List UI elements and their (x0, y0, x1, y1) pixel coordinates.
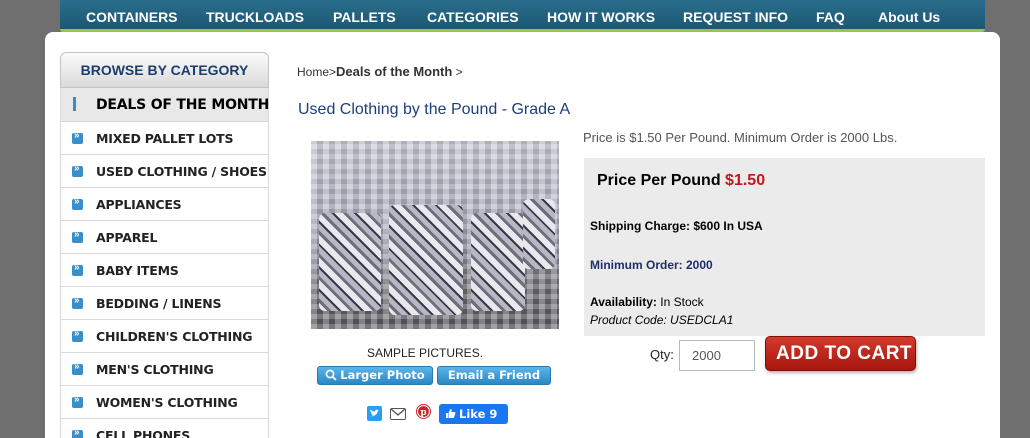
double-chevron-icon (72, 328, 83, 342)
content-panel: BROWSE BY CATEGORY DEALS OF THE MONTH MI… (45, 32, 1000, 438)
nav-request-info[interactable]: REQUEST INFO (683, 9, 788, 25)
sidebar-item-appliances[interactable]: APPLIANCES (60, 188, 269, 221)
sidebar-item-label: CELL PHONES (96, 428, 191, 438)
price-per-pound-label: Price Per Pound (597, 172, 721, 189)
double-chevron-icon (72, 295, 83, 309)
price-note: Price is $1.50 Per Pound. Minimum Order … (583, 130, 898, 145)
availability-label: Availability: (590, 295, 657, 309)
twitter-icon[interactable] (367, 406, 382, 426)
breadcrumb-separator: > (329, 65, 337, 79)
sample-pictures-label: SAMPLE PICTURES. (367, 346, 484, 360)
pinterest-icon[interactable]: p (416, 404, 431, 424)
add-to-cart-button[interactable]: ADD TO CART (765, 336, 916, 392)
sidebar-item-baby-items[interactable]: BABY ITEMS (60, 254, 269, 287)
nav-categories[interactable]: CATEGORIES (427, 9, 519, 25)
sidebar-item-label: USED CLOTHING / SHOES (96, 164, 267, 179)
nav-how-it-works[interactable]: HOW IT WORKS (547, 9, 655, 25)
double-chevron-icon (72, 427, 83, 438)
sidebar-item-deals-of-the-month[interactable]: DEALS OF THE MONTH (60, 88, 269, 122)
sidebar-item-label: APPAREL (96, 230, 158, 245)
breadcrumb: Home>Deals of the Month > (297, 64, 463, 79)
clothing-bale (319, 213, 381, 311)
email-a-friend-button[interactable]: Email a Friend (437, 366, 551, 385)
product-code: Product Code: USEDCLA1 (590, 313, 734, 327)
sidebar-item-label: CHILDREN'S CLOTHING (96, 329, 253, 344)
price-per-pound-value: $1.50 (725, 172, 766, 189)
larger-photo-label: Larger Photo (340, 368, 425, 382)
nav-about-us[interactable]: About Us (878, 9, 940, 25)
price-box: Price Per Pound $1.50 Shipping Charge: $… (584, 158, 985, 336)
double-chevron-icon (72, 196, 83, 210)
sidebar-item-label: BABY ITEMS (96, 263, 179, 278)
sidebar-item-mens-clothing[interactable]: MEN'S CLOTHING (60, 353, 269, 386)
sidebar-item-label: DEALS OF THE MONTH (96, 97, 270, 113)
nav-faq[interactable]: FAQ (816, 9, 845, 25)
nav-containers[interactable]: CONTAINERS (86, 9, 178, 25)
svg-text:p: p (420, 408, 426, 418)
double-chevron-icon (72, 262, 83, 276)
arrow-right-icon (781, 380, 791, 392)
like-count-label: Like 9 (459, 407, 498, 421)
clothing-bale (389, 205, 463, 315)
minimum-order: Minimum Order: 2000 (590, 258, 713, 272)
larger-photo-button[interactable]: Larger Photo (317, 366, 433, 385)
qty-input[interactable] (679, 340, 755, 371)
price-per-pound: Price Per Pound $1.50 (597, 172, 765, 190)
breadcrumb-home[interactable]: Home (297, 65, 329, 79)
double-chevron-icon (72, 394, 83, 408)
sidebar-item-label: WOMEN'S CLOTHING (96, 395, 238, 410)
breadcrumb-separator: > (455, 65, 463, 79)
qty-label: Qty: (650, 347, 674, 362)
breadcrumb-current[interactable]: Deals of the Month (336, 64, 452, 79)
facebook-like-button[interactable]: Like 9 (439, 404, 508, 424)
product-photo[interactable] (311, 141, 559, 329)
sidebar-item-label: APPLIANCES (96, 197, 182, 212)
shipping-charge: Shipping Charge: $600 In USA (590, 219, 763, 233)
double-chevron-icon (72, 163, 83, 177)
thumbs-up-icon (446, 409, 456, 418)
sidebar-item-label: BEDDING / LINENS (96, 296, 222, 311)
sidebar-header: BROWSE BY CATEGORY (60, 52, 269, 88)
clothing-bale (523, 199, 555, 269)
availability-value: In Stock (660, 295, 704, 309)
sidebar-item-used-clothing-shoes[interactable]: USED CLOTHING / SHOES (60, 155, 269, 188)
sidebar-item-apparel[interactable]: APPAREL (60, 221, 269, 254)
sidebar-item-label: MIXED PALLET LOTS (96, 131, 234, 146)
availability: Availability: In Stock (590, 295, 704, 309)
magnifier-icon (325, 369, 337, 381)
email-icon[interactable] (390, 406, 406, 426)
double-chevron-icon (72, 361, 83, 375)
sidebar-item-womens-clothing[interactable]: WOMEN'S CLOTHING (60, 386, 269, 419)
clothing-bale (471, 213, 525, 311)
sidebar-item-mixed-pallet-lots[interactable]: MIXED PALLET LOTS (60, 122, 269, 155)
product-title: Used Clothing by the Pound - Grade A (298, 101, 571, 118)
sidebar-item-cell-phones[interactable]: CELL PHONES (60, 419, 269, 438)
sidebar-item-label: MEN'S CLOTHING (96, 362, 214, 377)
sidebar-item-bedding-linens[interactable]: BEDDING / LINENS (60, 287, 269, 320)
double-chevron-icon (72, 229, 83, 243)
nav-truckloads[interactable]: TRUCKLOADS (206, 9, 304, 25)
nav-pallets[interactable]: PALLETS (333, 9, 396, 25)
double-chevron-icon (72, 130, 83, 144)
active-marker (73, 97, 76, 111)
top-navigation: CONTAINERS TRUCKLOADS PALLETS CATEGORIES… (60, 0, 985, 32)
category-sidebar: BROWSE BY CATEGORY DEALS OF THE MONTH MI… (60, 52, 269, 438)
add-to-cart-label: ADD TO CART (776, 343, 913, 364)
sidebar-item-childrens-clothing[interactable]: CHILDREN'S CLOTHING (60, 320, 269, 353)
